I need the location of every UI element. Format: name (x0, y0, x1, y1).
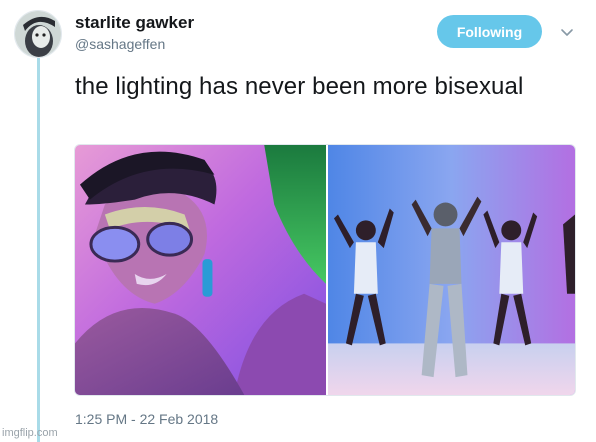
tweet-text: the lighting has never been more bisexua… (75, 73, 524, 100)
author-handle[interactable]: @sashageffen (75, 36, 165, 52)
tweet-timestamp[interactable]: 1:25 PM - 22 Feb 2018 (75, 411, 218, 427)
avatar[interactable] (14, 10, 62, 58)
photo-right-dancers[interactable] (327, 145, 575, 395)
photo-left-closeup-sunglasses[interactable] (75, 145, 326, 395)
tweet-media (74, 144, 576, 396)
imgflip-watermark: imgflip.com (2, 427, 58, 439)
following-button[interactable]: Following (437, 15, 542, 48)
thread-line (37, 58, 40, 442)
tweet-card: starlite gawker @sashageffen Following t… (0, 0, 596, 442)
chevron-down-icon[interactable] (559, 24, 575, 40)
author-name[interactable]: starlite gawker (75, 13, 194, 33)
